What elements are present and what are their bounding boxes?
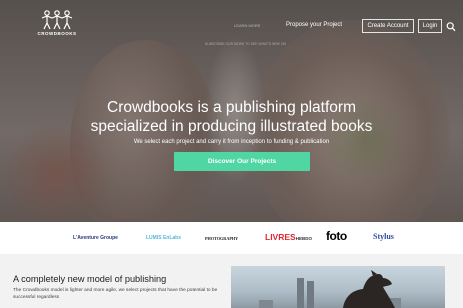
login-button[interactable]: Login — [418, 19, 442, 33]
partner-hebdo-text: HEBDO — [295, 236, 312, 241]
partner-logo-foto[interactable]: foto — [326, 229, 347, 243]
partner-logo-photography[interactable]: PHOTOGRAPHY — [205, 236, 238, 241]
discover-projects-button[interactable]: Discover Our Projects — [174, 152, 310, 171]
partner-logo-stylus[interactable]: Stylus — [373, 232, 394, 241]
nav-propose-project[interactable]: Propose your Project — [286, 22, 342, 28]
photo-building — [259, 300, 273, 308]
hero-headline-line1: Crowdbooks is a publishing platform — [107, 99, 356, 116]
photo-dog-silhouette — [343, 270, 395, 308]
photo-tower-left — [297, 278, 304, 308]
photo-tower-right — [307, 281, 314, 308]
search-icon[interactable] — [446, 20, 456, 32]
section-photo — [231, 266, 445, 308]
partner-logo-livres-hebdo[interactable]: LIVRESHEBDO — [265, 232, 312, 242]
logo-wordmark: CROWDBOOKS — [37, 31, 77, 36]
partner-livres-text: LIVRES — [265, 232, 296, 242]
section-title: A completely new model of publishing — [13, 274, 167, 284]
hero-headline-line2: specialized in producing illustrated boo… — [90, 118, 373, 135]
create-account-button[interactable]: Create Account — [362, 19, 414, 33]
nav-learn-more[interactable]: LEARN MORE — [234, 23, 260, 28]
people-logo-icon — [41, 10, 73, 30]
hero-banner: CROWDBOOKS LEARN MORE Propose your Proje… — [0, 0, 463, 222]
crowdbooks-logo[interactable]: CROWDBOOKS — [37, 10, 77, 42]
partner-logo-aventure[interactable]: L'Aventure Groupe — [73, 235, 118, 241]
hero-tagline: We select each project and carry it from… — [133, 139, 330, 145]
subscribe-hint: SUBSCRIBE OUR NEWS TO SEE WHAT'S NEW ON — [205, 42, 286, 46]
page: CROWDBOOKS LEARN MORE Propose your Proje… — [0, 0, 463, 308]
section-body-text: The Crowdbooks model is lighter and more… — [13, 288, 218, 301]
partner-logo-lumis[interactable]: LUMIS EnLabs — [146, 235, 181, 241]
